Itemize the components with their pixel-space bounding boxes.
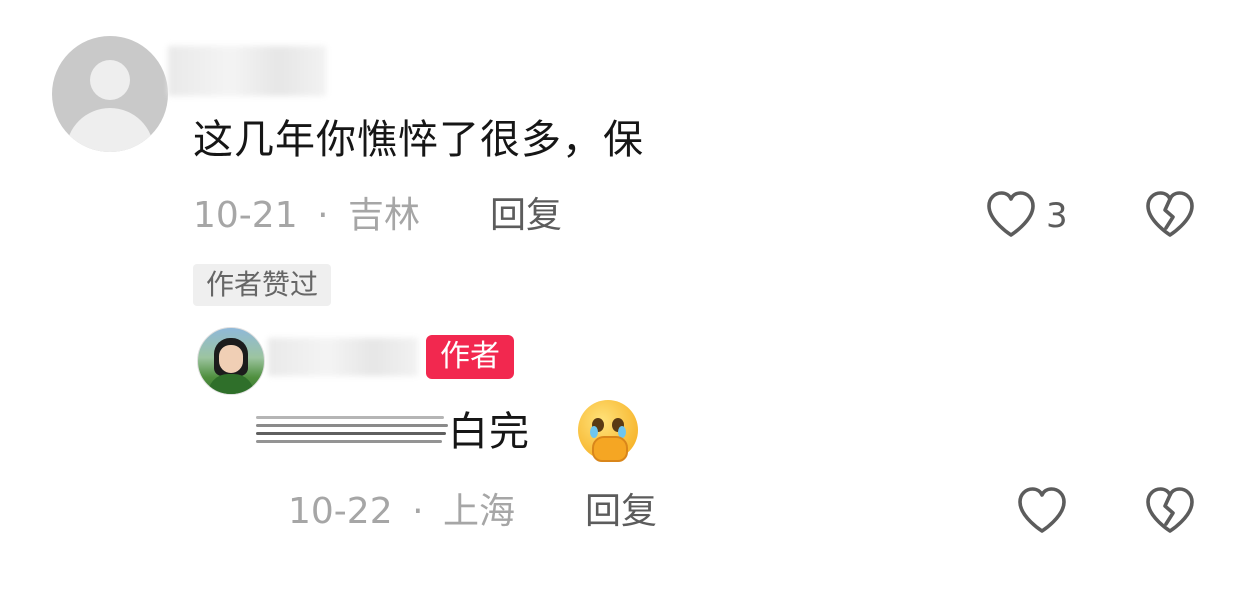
emoji-tear-left [590,426,598,438]
commenter-avatar[interactable] [52,36,168,152]
emoji-hands [592,436,628,462]
like-button[interactable] [985,190,1037,244]
reply-location: 上海 [442,491,515,532]
broken-heart-icon [1146,191,1194,237]
dislike-button[interactable] [1144,190,1196,244]
comment-location: 吉林 [347,195,420,236]
avatar-placeholder-head [90,60,130,100]
comment-text: 这几年你憔悴了很多，保 [193,117,644,163]
avatar-placeholder-body [66,108,154,152]
reply-like-button[interactable] [1016,486,1068,540]
comment-date: 10-21 [193,195,298,236]
reply-text: 白完啦 [448,409,530,455]
meta-separator: · [412,491,424,532]
reply-to-reply-button[interactable]: 回复 [585,490,657,534]
reply-meta: 10-22 · 上海 [288,490,515,534]
reply-text-visible: 白完啦 [448,408,570,456]
heart-outline-icon [1018,487,1066,533]
meta-separator: · [317,195,329,236]
redaction-streaks [256,408,448,450]
author-badge: 作者 [426,335,514,379]
commenter-name-redacted[interactable] [168,46,326,96]
reply-button[interactable]: 回复 [490,194,562,238]
author-name-redacted[interactable] [268,338,418,376]
avatar-face [219,345,243,373]
holding-back-tears-emoji [578,400,638,462]
reply-dislike-button[interactable] [1144,486,1196,540]
avatar-shirt [208,374,254,394]
comment-meta: 10-21 · 吉林 [193,194,420,238]
author-avatar[interactable] [197,327,265,395]
broken-heart-icon [1146,487,1194,533]
author-liked-tag: 作者赞过 [193,264,332,306]
like-count: 3 [1046,196,1068,236]
reply-date: 10-22 [288,491,393,532]
heart-outline-icon [987,191,1035,237]
